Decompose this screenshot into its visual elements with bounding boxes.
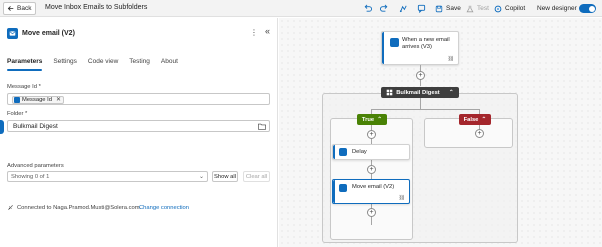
collapse-chevron-icon[interactable]: ⌃ bbox=[449, 89, 454, 96]
condition-header[interactable]: Bulkmail Digest ⌃ bbox=[381, 87, 459, 98]
folder-input[interactable]: Bulkmail Digest bbox=[7, 120, 270, 132]
add-action-button[interactable]: + bbox=[416, 71, 425, 80]
save-label: Save bbox=[446, 5, 461, 12]
connection-link-icon: ⛓ bbox=[398, 195, 405, 201]
move-email-card[interactable]: Move email (V2) ⛓ bbox=[332, 179, 410, 204]
copilot-icon bbox=[494, 5, 502, 12]
folder-value: Bulkmail Digest bbox=[13, 123, 58, 130]
advanced-select-value: Showing 0 of 1 bbox=[11, 174, 50, 180]
message-id-token[interactable]: Message Id ✕ bbox=[12, 95, 64, 104]
more-options-icon[interactable]: ⋮ bbox=[250, 28, 258, 37]
token-label: Message Id bbox=[22, 96, 52, 103]
true-label: True bbox=[361, 116, 375, 123]
condition-title: Bulkmail Digest bbox=[396, 89, 440, 96]
change-connection-link[interactable]: Change connection bbox=[139, 205, 189, 211]
test-button[interactable]: Test bbox=[466, 3, 489, 14]
delay-clock-icon bbox=[339, 148, 347, 156]
tab-testing[interactable]: Testing bbox=[129, 58, 150, 70]
test-beaker-icon bbox=[466, 5, 474, 12]
panel-resize-handle[interactable] bbox=[0, 120, 4, 134]
card-accent bbox=[382, 32, 384, 64]
token-outlook-icon bbox=[14, 96, 20, 103]
folder-label: Folder * bbox=[7, 111, 28, 117]
tab-about[interactable]: About bbox=[161, 58, 178, 70]
add-action-button[interactable]: + bbox=[367, 208, 376, 217]
message-id-label: Message Id * bbox=[7, 84, 41, 90]
add-action-button[interactable]: + bbox=[367, 165, 376, 174]
undo-icon[interactable] bbox=[362, 3, 372, 13]
chevron-down-icon: ⌄ bbox=[198, 174, 204, 180]
tab-parameters[interactable]: Parameters bbox=[7, 58, 43, 71]
panel-title: Move email (V2) bbox=[22, 29, 75, 37]
folder-picker-icon[interactable] bbox=[258, 123, 266, 130]
connection-info: Connected to Naga.Pramod.Musti@Solera.co… bbox=[7, 204, 141, 211]
copilot-label: Copilot bbox=[505, 5, 526, 12]
advanced-parameters-select[interactable]: Showing 0 of 1 ⌄ bbox=[7, 171, 208, 182]
message-id-input[interactable]: Message Id ✕ bbox=[7, 93, 270, 105]
copilot-button[interactable]: Copilot bbox=[494, 3, 525, 14]
true-branch-header[interactable]: True ⌃ bbox=[357, 114, 387, 125]
false-label: False bbox=[463, 116, 479, 123]
flow-title: Move Inbox Emails to Subfolders bbox=[45, 4, 148, 11]
connection-plug-icon bbox=[8, 205, 13, 210]
trigger-card[interactable]: When a new email arrives (V3) ⛓ bbox=[381, 31, 459, 65]
connection-text: Connected to Naga.Pramod.Musti@Solera.co… bbox=[17, 204, 142, 211]
feedback-icon[interactable] bbox=[416, 3, 426, 13]
clear-all-button[interactable]: Clear all bbox=[243, 171, 270, 182]
panel-header: Move email (V2) bbox=[7, 27, 75, 39]
save-icon bbox=[435, 5, 443, 12]
tab-code-view[interactable]: Code view bbox=[88, 58, 118, 70]
add-action-button[interactable]: + bbox=[475, 129, 484, 138]
delay-label: Delay bbox=[352, 149, 367, 155]
action-details-panel: Move email (V2) ⋮ « Parameters Settings … bbox=[0, 18, 278, 247]
top-bar: Back Move Inbox Emails to Subfolders Sav… bbox=[0, 0, 602, 17]
new-designer-toggle[interactable] bbox=[579, 4, 596, 13]
back-button[interactable]: Back bbox=[3, 2, 37, 15]
move-email-label: Move email (V2) bbox=[352, 184, 395, 190]
false-branch-header[interactable]: False ⌃ bbox=[459, 114, 491, 125]
card-accent bbox=[333, 180, 335, 203]
connection-link-icon: ⛓ bbox=[447, 56, 454, 62]
advanced-parameters-label: Advanced parameters bbox=[7, 163, 64, 169]
flow-checker-icon[interactable] bbox=[398, 3, 408, 13]
false-chevron-icon: ⌃ bbox=[481, 117, 487, 123]
branch-connector bbox=[371, 109, 479, 110]
back-arrow-icon bbox=[7, 6, 14, 11]
add-action-button[interactable]: + bbox=[367, 130, 376, 139]
collapse-panel-icon[interactable]: « bbox=[265, 26, 270, 36]
panel-tabs: Parameters Settings Code view Testing Ab… bbox=[7, 58, 189, 71]
new-designer-label: New designer bbox=[537, 5, 577, 12]
designer-canvas[interactable]: When a new email arrives (V3) ⛓ + Bulkma… bbox=[279, 18, 602, 247]
card-accent bbox=[333, 145, 335, 159]
remove-token-icon[interactable]: ✕ bbox=[56, 96, 61, 103]
delay-card[interactable]: Delay bbox=[332, 144, 410, 160]
toggle-knob bbox=[588, 5, 595, 12]
trigger-label: When a new email arrives (V3) bbox=[402, 37, 450, 50]
save-button[interactable]: Save bbox=[435, 3, 461, 14]
move-email-outlook-icon bbox=[339, 184, 347, 192]
condition-icon bbox=[386, 89, 393, 96]
test-label: Test bbox=[477, 5, 489, 12]
back-label: Back bbox=[17, 5, 32, 12]
true-chevron-icon: ⌃ bbox=[377, 117, 383, 123]
outlook-icon bbox=[7, 27, 18, 39]
trigger-outlook-icon bbox=[390, 38, 399, 47]
redo-icon[interactable] bbox=[379, 3, 389, 13]
show-all-button[interactable]: Show all bbox=[212, 171, 238, 182]
tab-settings[interactable]: Settings bbox=[53, 58, 77, 70]
